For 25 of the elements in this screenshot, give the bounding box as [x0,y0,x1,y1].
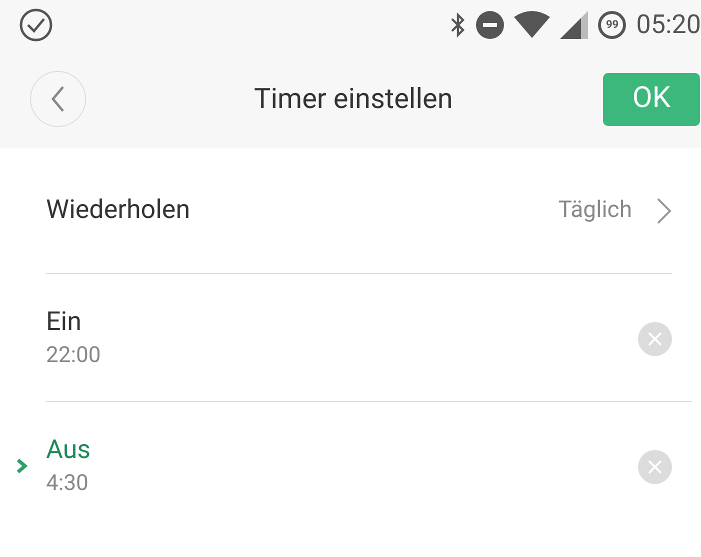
timer-time: 22:00 [46,342,101,370]
clear-button[interactable] [638,322,672,356]
timer-label: Ein [46,306,82,338]
timer-row[interactable]: Aus 4:30 [46,402,692,530]
ok-button[interactable]: OK [603,72,700,126]
repeat-value[interactable]: Täglich [558,193,632,228]
chevron-left-icon [51,86,65,112]
back-button[interactable] [30,71,86,127]
bluetooth-icon [450,11,466,39]
repeat-label: Wiederholen [46,194,190,227]
clock-time: 05:20 [636,12,701,38]
chevron-right-icon [16,458,28,474]
signal-icon [560,11,588,39]
timer-label: Aus [46,434,91,467]
do-not-disturb-icon [476,11,504,39]
timer-time: 4:30 [46,470,90,498]
timer-row[interactable]: Ein 22:00 [46,274,692,402]
screen-title: Timer einstellen [254,81,453,117]
clear-button[interactable] [638,450,672,484]
battery-indicator: 99 [598,11,626,39]
chevron-right-icon [656,196,672,224]
close-icon [648,460,662,474]
close-icon [648,332,662,346]
wifi-icon [514,11,550,39]
check-circle-icon [18,7,54,43]
